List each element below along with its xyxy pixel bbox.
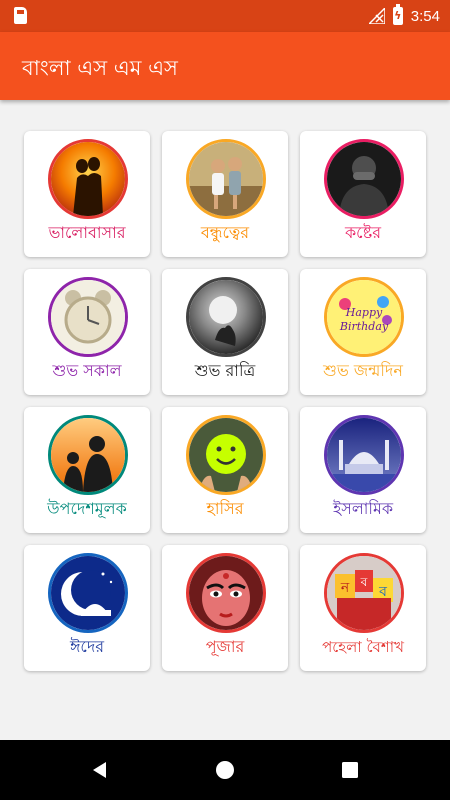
couple-silhouette-icon <box>48 139 128 219</box>
category-label: পূজার <box>205 637 245 656</box>
sad-person-icon <box>324 139 404 219</box>
svg-text:Happy: Happy <box>345 306 383 319</box>
category-card-sorrow[interactable]: কষ্টের <box>300 131 426 257</box>
home-icon[interactable] <box>195 740 255 800</box>
category-label: কষ্টের <box>344 223 382 242</box>
category-label: ভালোবাসার <box>48 223 126 242</box>
svg-text:ব: ব <box>360 575 368 589</box>
category-label: পহেলা বৈশাখ <box>322 638 404 656</box>
category-label: হাসির <box>206 499 244 518</box>
category-grid: ভালোবাসার বন্ধুত্বের কষ্টের শুভ সকাল শুভ… <box>24 131 426 671</box>
navigation-bar <box>0 740 450 800</box>
recents-icon[interactable] <box>320 740 380 800</box>
category-label: বন্ধুত্বের <box>200 223 250 242</box>
category-card-advice[interactable]: উপদেশমূলক <box>24 407 150 533</box>
category-card-friendship[interactable]: বন্ধুত্বের <box>162 131 288 257</box>
category-card-islamic[interactable]: ইসলামিক <box>300 407 426 533</box>
category-card-eid[interactable]: ঈদের <box>24 545 150 671</box>
smiley-balloon-icon <box>186 415 266 495</box>
category-label: ইসলামিক <box>332 499 394 518</box>
status-bar: ϟ 3:54 <box>0 0 450 32</box>
category-label: ঈদের <box>69 637 105 656</box>
crescent-moon-icon <box>48 553 128 633</box>
father-son-silhouette-icon <box>48 415 128 495</box>
battery-charging-icon: ϟ <box>392 4 403 25</box>
sd-card-icon <box>14 7 27 24</box>
alarm-clock-icon <box>48 277 128 357</box>
moon-night-icon <box>186 277 266 357</box>
category-card-puja[interactable]: পূজার <box>162 545 288 671</box>
category-card-love[interactable]: ভালোবাসার <box>24 131 150 257</box>
no-signal-icon <box>366 6 386 25</box>
clock: 3:54 <box>410 7 440 25</box>
friends-children-icon <box>186 139 266 219</box>
svg-text:Birthday: Birthday <box>339 320 389 333</box>
new-year-letters-icon: নবব <box>324 553 404 633</box>
category-card-humor[interactable]: হাসির <box>162 407 288 533</box>
category-card-pohela-boishakh[interactable]: নবব পহেলা বৈশাখ <box>300 545 426 671</box>
mosque-icon <box>324 415 404 495</box>
goddess-face-icon <box>186 553 266 633</box>
category-card-birthday[interactable]: Happy Birthday শুভ জন্মদিন <box>300 269 426 395</box>
category-label: উপদেশমূলক <box>47 499 127 518</box>
category-card-good-night[interactable]: শুভ রাত্রি <box>162 269 288 395</box>
svg-text:ব: ব <box>378 584 387 600</box>
svg-text:ন: ন <box>340 580 350 596</box>
category-card-good-morning[interactable]: শুভ সকাল <box>24 269 150 395</box>
category-label: শুভ জন্মদিন <box>323 361 403 380</box>
page-title: বাংলা এস এম এস <box>22 56 178 80</box>
back-icon[interactable] <box>70 740 130 800</box>
category-label: শুভ সকাল <box>52 361 122 380</box>
birthday-balloons-icon: Happy Birthday <box>324 277 404 357</box>
app-bar: বাংলা এস এম এস <box>0 32 450 100</box>
category-label: শুভ রাত্রি <box>194 361 256 380</box>
